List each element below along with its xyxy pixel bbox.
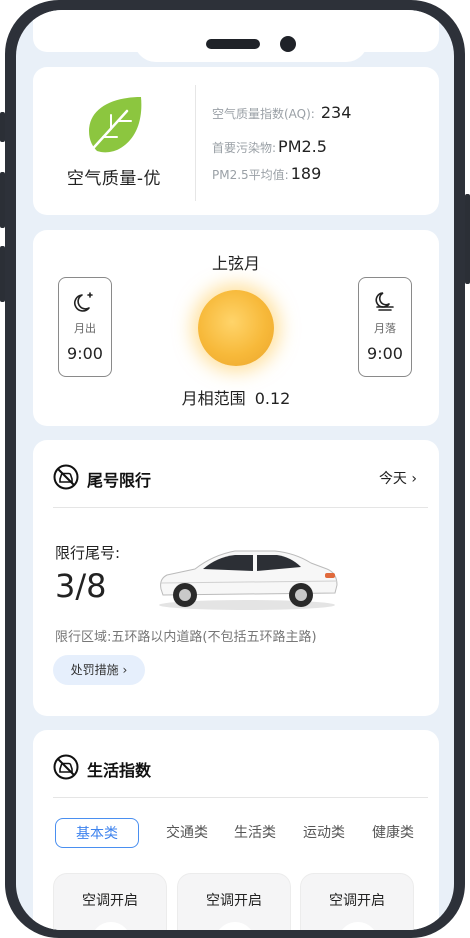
aqi-row: 空气质量指数(AQ): 234 (212, 103, 351, 122)
air-quality-card: 空气质量-优 空气质量指数(AQ): 234 首要污染物: PM2.5 PM2.5平… (33, 67, 439, 215)
pollutant-value: PM2.5 (278, 137, 327, 156)
divider (53, 507, 428, 508)
no-car-icon (53, 464, 79, 490)
notch (134, 20, 368, 62)
restricted-number-label: 限行尾号: (55, 544, 121, 562)
tile-icon-circle (338, 922, 378, 930)
power-button (465, 194, 470, 284)
tile-label: 空调开启 (82, 893, 138, 909)
index-tile[interactable]: 空调开启 (177, 873, 291, 930)
moon-image (198, 290, 274, 366)
divider (195, 85, 196, 201)
tab-basic[interactable]: 基本类 (55, 818, 139, 848)
speaker-grille (206, 39, 260, 49)
penalty-label: 处罚措施 (70, 663, 119, 677)
front-camera (280, 36, 296, 52)
phase-label: 月相范围 (181, 389, 246, 408)
pollutant-label: 首要污染物: (212, 141, 277, 155)
moon-phase-title: 上弦月 (211, 254, 260, 273)
moonrise-box: 月出 9:00 (58, 277, 112, 377)
tile-icon-circle (91, 922, 131, 930)
moonset-time: 9:00 (367, 344, 403, 363)
leaf-icon (81, 95, 153, 157)
no-car-icon (53, 754, 79, 780)
restriction-title: 尾号限行 (87, 471, 152, 490)
moonset-box: 月落 9:00 (358, 277, 412, 377)
traffic-restriction-card: 尾号限行 今天 › 限行尾号: 3/8 限行区域:五环路以内道路(不包括五环路主… (33, 440, 439, 716)
moon-star-icon (73, 290, 97, 314)
pm25-row: PM2.5平均值: 189 (212, 164, 321, 183)
moon-phase-range: 月相范围 0.12 (33, 385, 439, 409)
chevron-right-icon: › (411, 471, 417, 487)
moonset-icon (373, 290, 397, 314)
penalty-button[interactable]: 处罚措施 › (53, 655, 145, 685)
phase-value: 0.12 (254, 389, 291, 408)
moonset-label: 月落 (374, 322, 396, 335)
divider (53, 797, 428, 798)
aqi-value: 234 (320, 103, 352, 122)
air-quality-title: 空气质量-优 (66, 169, 162, 189)
life-index-title: 生活指数 (87, 761, 152, 780)
aqi-label: 空气质量指数(AQ): (212, 107, 315, 121)
phone-mockup: 空气质量-优 空气质量指数(AQ): 234 首要污染物: PM2.5 PM2.5平… (0, 0, 470, 938)
tab-health[interactable]: 健康类 (363, 818, 423, 848)
chevron-right-icon: › (122, 663, 128, 677)
moonrise-label: 月出 (74, 322, 96, 335)
tab-sports[interactable]: 运动类 (294, 818, 354, 848)
moon-card: 上弦月 月出 9:00 月落 9:00 月相范围 0.12 (33, 230, 439, 426)
tile-icon-circle (215, 922, 255, 930)
tile-label: 空调开启 (206, 893, 262, 909)
car-image (155, 543, 339, 611)
restricted-numbers: 3/8 (55, 567, 107, 605)
tab-life[interactable]: 生活类 (225, 818, 285, 848)
index-tile[interactable]: 空调开启 (300, 873, 414, 930)
pm25-value: 189 (290, 164, 322, 183)
screen: 空气质量-优 空气质量指数(AQ): 234 首要污染物: PM2.5 PM2.5平… (16, 10, 454, 930)
pm25-label: PM2.5平均值: (212, 168, 289, 182)
restriction-area: 限行区域:五环路以内道路(不包括五环路主路) (55, 630, 317, 645)
today-label: 今天 (378, 471, 407, 487)
life-index-card: 生活指数 基本类 交通类 生活类 运动类 健康类 空调开启 空调开启 空调开启 (33, 730, 439, 930)
moonrise-time: 9:00 (67, 344, 103, 363)
index-tile[interactable]: 空调开启 (53, 873, 167, 930)
tab-traffic[interactable]: 交通类 (157, 818, 217, 848)
today-link[interactable]: 今天 › (379, 468, 417, 488)
tile-label: 空调开启 (329, 893, 385, 909)
pollutant-row: 首要污染物: PM2.5 (212, 137, 327, 156)
index-tabs: 基本类 交通类 生活类 运动类 健康类 (33, 818, 439, 850)
